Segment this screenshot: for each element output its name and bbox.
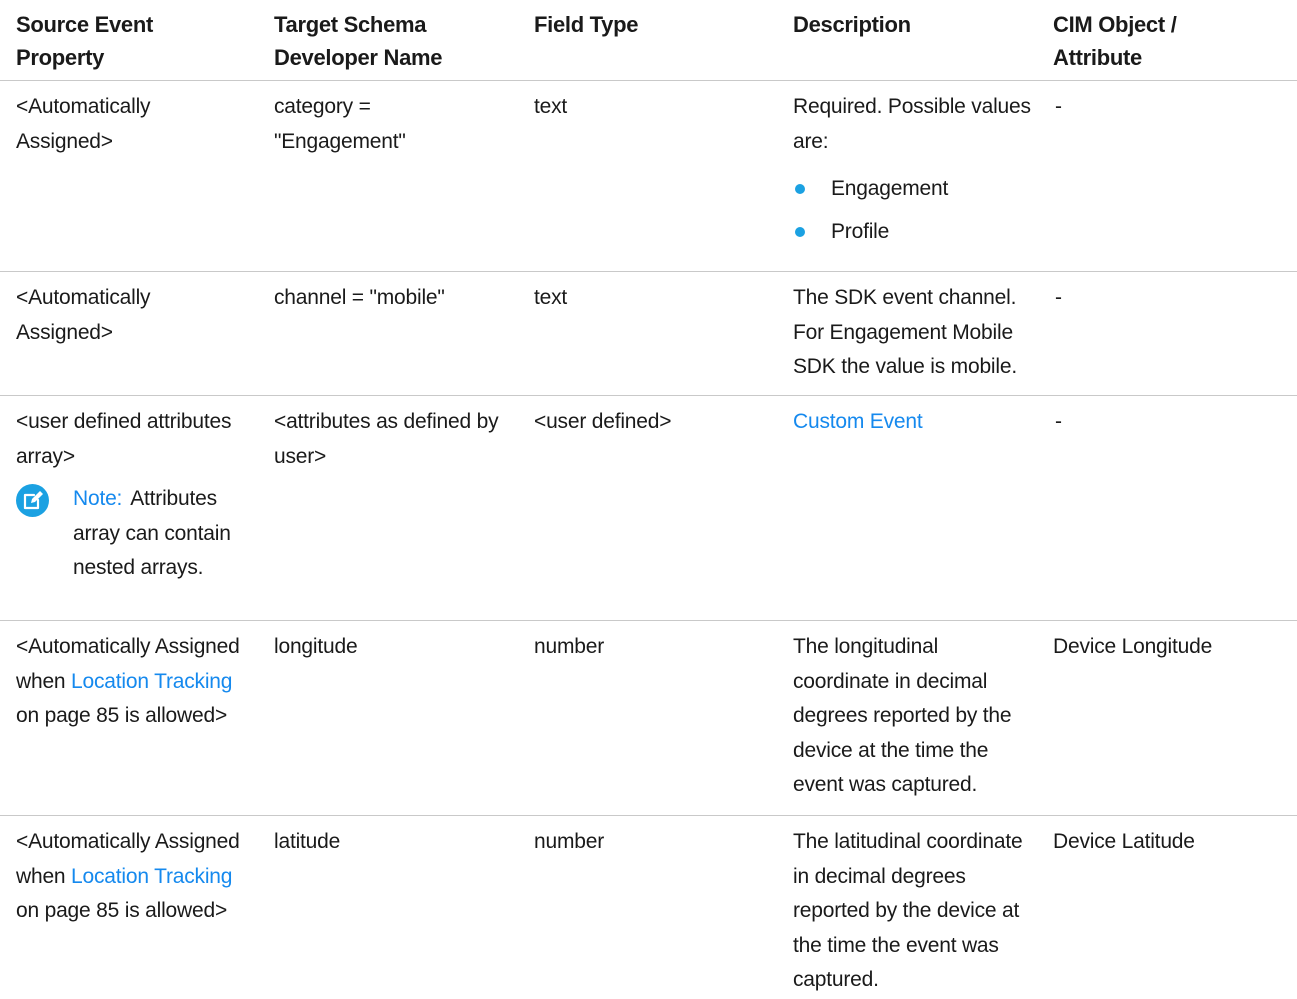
description-cell: The longitudinal coordinate in decimal d… [793,635,1012,796]
cim-attribute-cell: Device Longitude [1053,635,1213,658]
field-type-cell: number [534,830,605,853]
cim-attribute-cell: - [1055,286,1062,309]
custom-event-link[interactable]: Custom Event [793,410,923,433]
bullet-icon [795,184,805,194]
field-type-cell: number [534,635,605,658]
source-event-cell: <Automatically Assigned when Location Tr… [16,830,240,922]
table-row: <Automatically Assigned> category = "Eng… [0,80,1297,272]
source-event-cell: <user defined attributes array> Note: Att… [16,405,261,586]
header-field-type: Field Type [534,12,639,37]
table-row: <user defined attributes array> Note: Att… [0,395,1297,621]
bullet-icon [795,227,805,237]
field-type-cell: text [534,286,568,309]
field-type-cell: <user defined> [534,410,672,433]
field-mapping-table: Source Event Property Target Schema Deve… [0,0,1297,999]
cim-attribute-cell: - [1055,410,1062,433]
description-cell: Custom Event [793,405,1038,440]
table-row: <Automatically Assigned when Location Tr… [0,620,1297,816]
list-item: Engagement [793,167,1038,210]
source-event-cell: <Automatically Assigned> [16,286,151,344]
description-cell: Required. Possible values are: Engagemen… [793,90,1038,253]
cim-attribute-cell: - [1055,95,1062,118]
table-row: <Automatically Assigned when Location Tr… [0,815,1297,999]
header-cim-object: CIM Object / Attribute [1053,12,1177,70]
edit-note-icon [16,484,49,517]
description-cell: The SDK event channel. For Engagement Mo… [793,286,1017,378]
source-event-cell: <Automatically Assigned when Location Tr… [16,635,240,727]
target-schema-cell: longitude [274,635,358,658]
target-schema-cell: latitude [274,830,341,853]
location-tracking-link[interactable]: Location Tracking [71,670,232,693]
possible-values-list: Engagement Profile [793,167,1038,253]
table-header: Source Event Property Target Schema Deve… [0,0,1297,81]
note-label: Note: [73,487,123,510]
target-schema-cell: category = "Engagement" [274,95,406,153]
header-source-event-property: Source Event Property [16,12,154,70]
field-type-cell: text [534,95,568,118]
description-cell: The latitudinal coordinate in decimal de… [793,830,1023,991]
list-item: Profile [793,210,1038,253]
target-schema-cell: channel = "mobile" [274,286,445,309]
target-schema-cell: <attributes as defined by user> [274,410,499,468]
note-callout: Note: Attributes array can contain nested… [16,482,261,586]
source-event-cell: <Automatically Assigned> [16,95,151,153]
header-target-schema: Target Schema Developer Name [274,12,443,70]
cim-attribute-cell: Device Latitude [1053,830,1195,853]
table-row: <Automatically Assigned> channel = "mobi… [0,271,1297,396]
header-description: Description [793,12,911,37]
location-tracking-link[interactable]: Location Tracking [71,865,232,888]
